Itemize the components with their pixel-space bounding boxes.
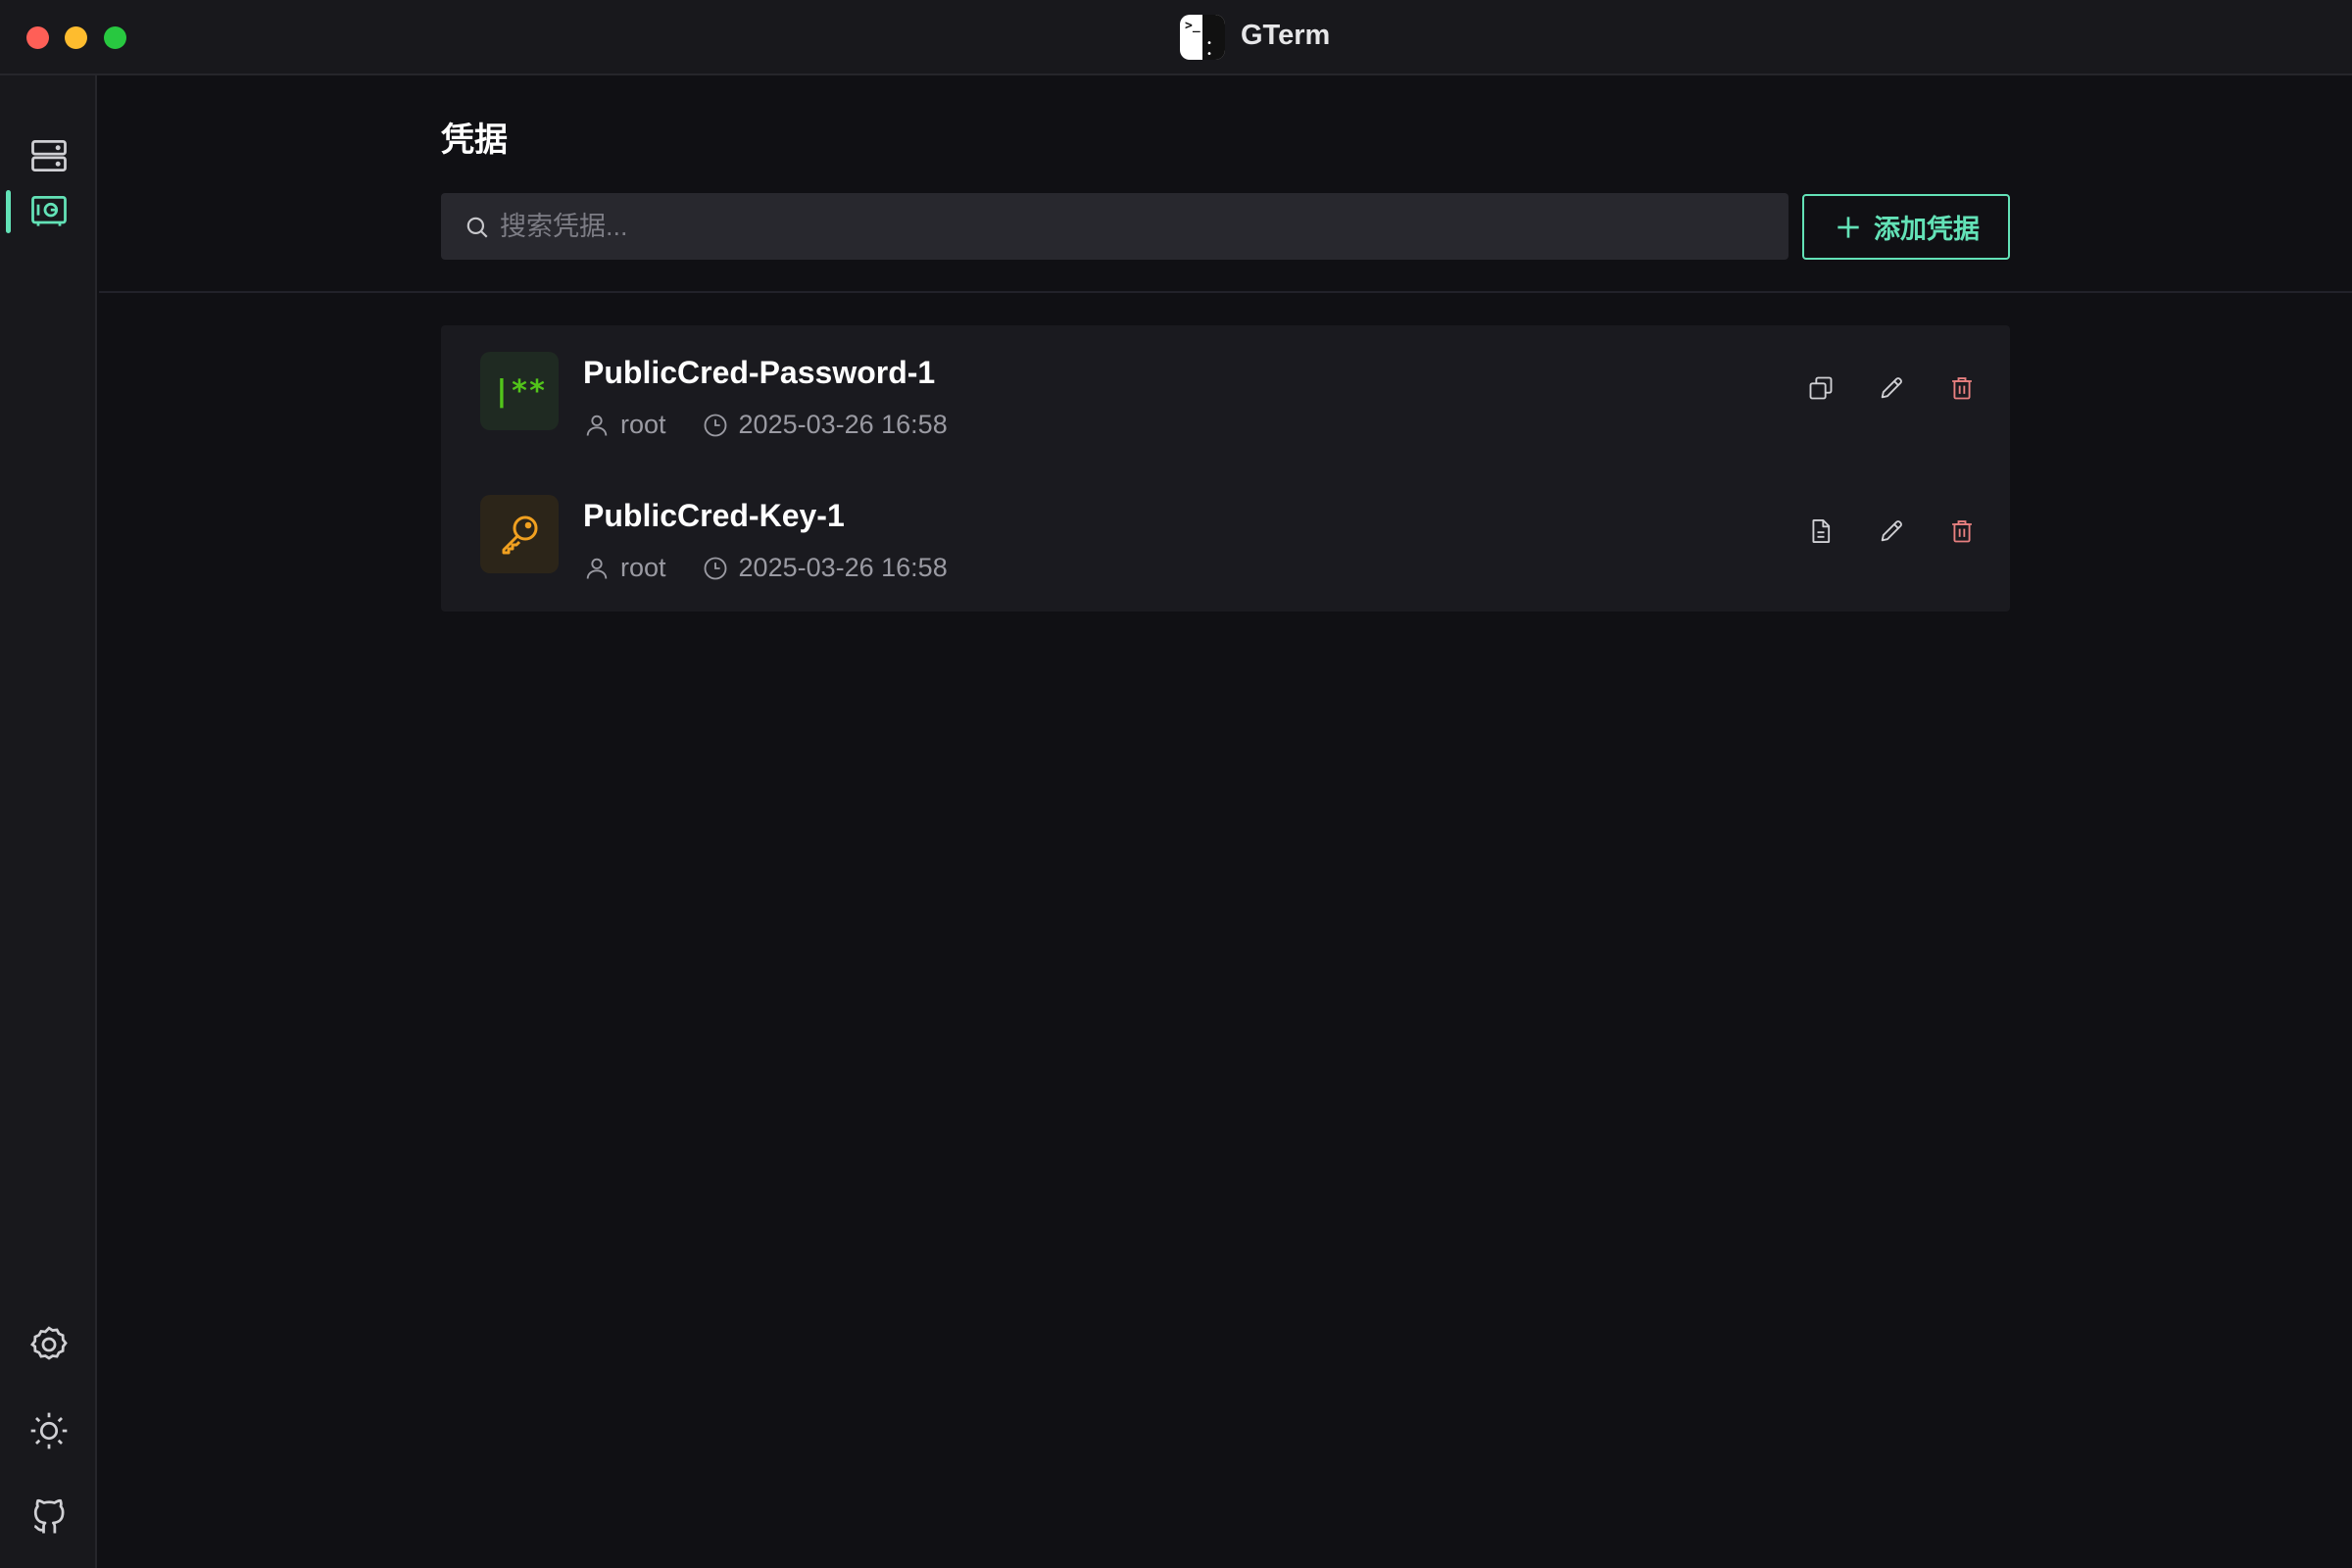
maximize-window-button[interactable] [104,26,126,49]
credential-card[interactable]: PublicCred-Key-1 root 2025-03-26 16:58 [441,468,2010,612]
key-type-icon [480,495,559,573]
search-icon [466,217,488,238]
sidebar-item-github[interactable] [22,1490,76,1544]
user-icon [586,415,608,436]
edit-icon [1881,377,1902,399]
add-credential-label: 添加凭据 [1874,215,1980,244]
main-content: 凭据 添加凭据 |** PublicCred-Password-1 [99,75,2352,1568]
credential-user: root [620,553,666,582]
server-stack-icon [31,139,67,172]
copy-button[interactable] [1807,374,1835,402]
user-icon [586,558,608,579]
credential-card[interactable]: |** PublicCred-Password-1 root 2025-03-2… [441,325,2010,468]
credential-time: 2025-03-26 16:58 [738,410,948,439]
gear-icon [29,1326,68,1360]
edit-icon [1881,520,1902,542]
edit-button[interactable] [1878,517,1905,545]
active-indicator [6,190,11,233]
window-title: GTerm [1241,20,1331,51]
password-type-icon-text: |** [492,373,547,409]
credential-name: PublicCred-Key-1 [583,498,845,533]
credential-meta: root 2025-03-26 16:58 [583,410,948,440]
password-type-icon: |** [480,352,559,430]
view-file-button[interactable] [1807,517,1835,545]
gterm-logo-icon: >_ • • [1180,15,1225,60]
credential-actions [1807,374,1976,402]
github-icon [33,1498,65,1534]
delete-icon [1952,377,1972,400]
header-divider [99,291,2352,293]
search-input[interactable] [500,193,1774,260]
plus-icon [1838,216,1859,238]
edit-button[interactable] [1878,374,1905,402]
minimize-window-button[interactable] [65,26,87,49]
close-window-button[interactable] [26,26,49,49]
clock-icon [704,414,726,436]
credential-name: PublicCred-Password-1 [583,355,936,390]
credential-actions [1807,517,1976,545]
search-bar [441,193,1788,260]
key-icon [502,515,538,555]
copy-icon [1809,376,1833,400]
delete-icon [1952,520,1972,543]
sidebar-item-theme[interactable] [22,1403,76,1458]
sidebar-item-settings[interactable] [22,1317,76,1372]
app-window: >_ • • GTerm 凭据 搜索凭据... 添加凭据 |** PublicC… [0,0,2352,1568]
clock-icon [704,557,726,579]
credential-meta: root 2025-03-26 16:58 [583,553,948,583]
add-credential-button[interactable]: 添加凭据 [1802,194,2010,260]
delete-button[interactable] [1948,374,1976,402]
title-bar: >_ • • GTerm [0,0,2352,75]
sidebar-item-credentials[interactable] [22,184,76,239]
sidebar-item-servers[interactable] [22,128,76,183]
page-title: 凭据 [441,122,508,159]
sidebar [0,75,97,1568]
credential-time: 2025-03-26 16:58 [738,553,948,582]
delete-button[interactable] [1948,517,1976,545]
sun-icon [30,1412,68,1449]
credential-user: root [620,410,666,439]
vault-icon [31,195,67,226]
file-icon [1812,518,1831,544]
credential-list: |** PublicCred-Password-1 root 2025-03-2… [441,325,2010,612]
